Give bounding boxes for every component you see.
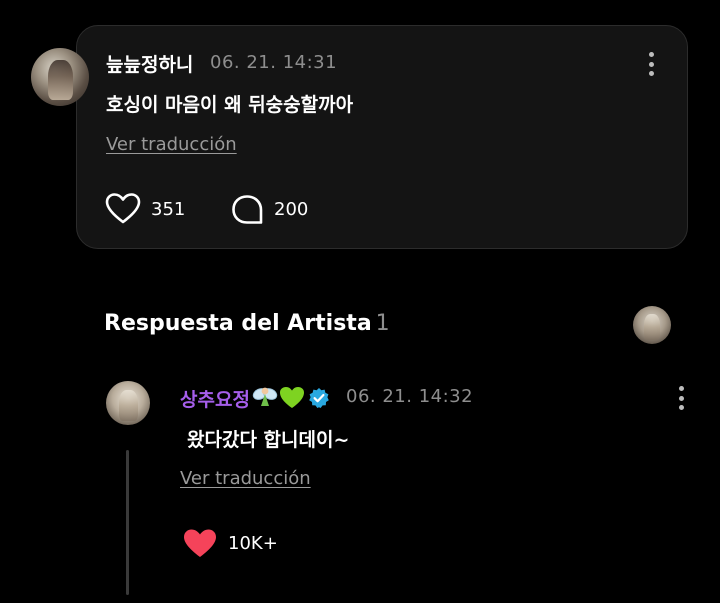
post-kebab-menu-icon[interactable] xyxy=(648,52,654,76)
thread-line xyxy=(126,450,129,595)
post-comment-count: 200 xyxy=(274,199,309,220)
post-timestamp: 06. 21. 14:31 xyxy=(210,52,338,73)
reply-timestamp: 06. 21. 14:32 xyxy=(346,386,474,407)
heart-outline-icon[interactable] xyxy=(105,193,141,225)
post-translate-link[interactable]: Ver traducción xyxy=(106,134,237,155)
post-author-name[interactable]: 늪늪정하니 xyxy=(106,50,193,77)
reply-kebab-menu-icon[interactable] xyxy=(678,386,684,410)
artist-reply-title: Respuesta del Artista xyxy=(104,311,372,336)
reply-author-name[interactable]: 상추요정 xyxy=(180,385,250,412)
post-text: 호싱이 마음이 왜 뒤숭숭할까아 xyxy=(106,94,354,116)
comment-bubble-icon[interactable] xyxy=(231,194,265,226)
artist-reply-count: 1 xyxy=(375,311,390,336)
post-author-avatar[interactable] xyxy=(31,48,89,106)
heart-filled-icon[interactable] xyxy=(182,528,218,560)
artist-reply-heading: Respuesta del Artista 1 xyxy=(104,311,390,336)
artist-small-avatar[interactable] xyxy=(633,306,671,344)
reply-text: 왔다갔다 합니데이~ xyxy=(187,429,350,451)
reply-translate-link[interactable]: Ver traducción xyxy=(180,468,311,489)
green-heart-emoji-icon xyxy=(280,387,304,408)
verified-badge-icon xyxy=(309,388,329,408)
post-like-count: 351 xyxy=(151,199,186,220)
reply-like-count: 10K+ xyxy=(228,533,278,554)
fairy-emoji-icon xyxy=(252,387,278,406)
reply-author-avatar[interactable] xyxy=(106,381,150,425)
